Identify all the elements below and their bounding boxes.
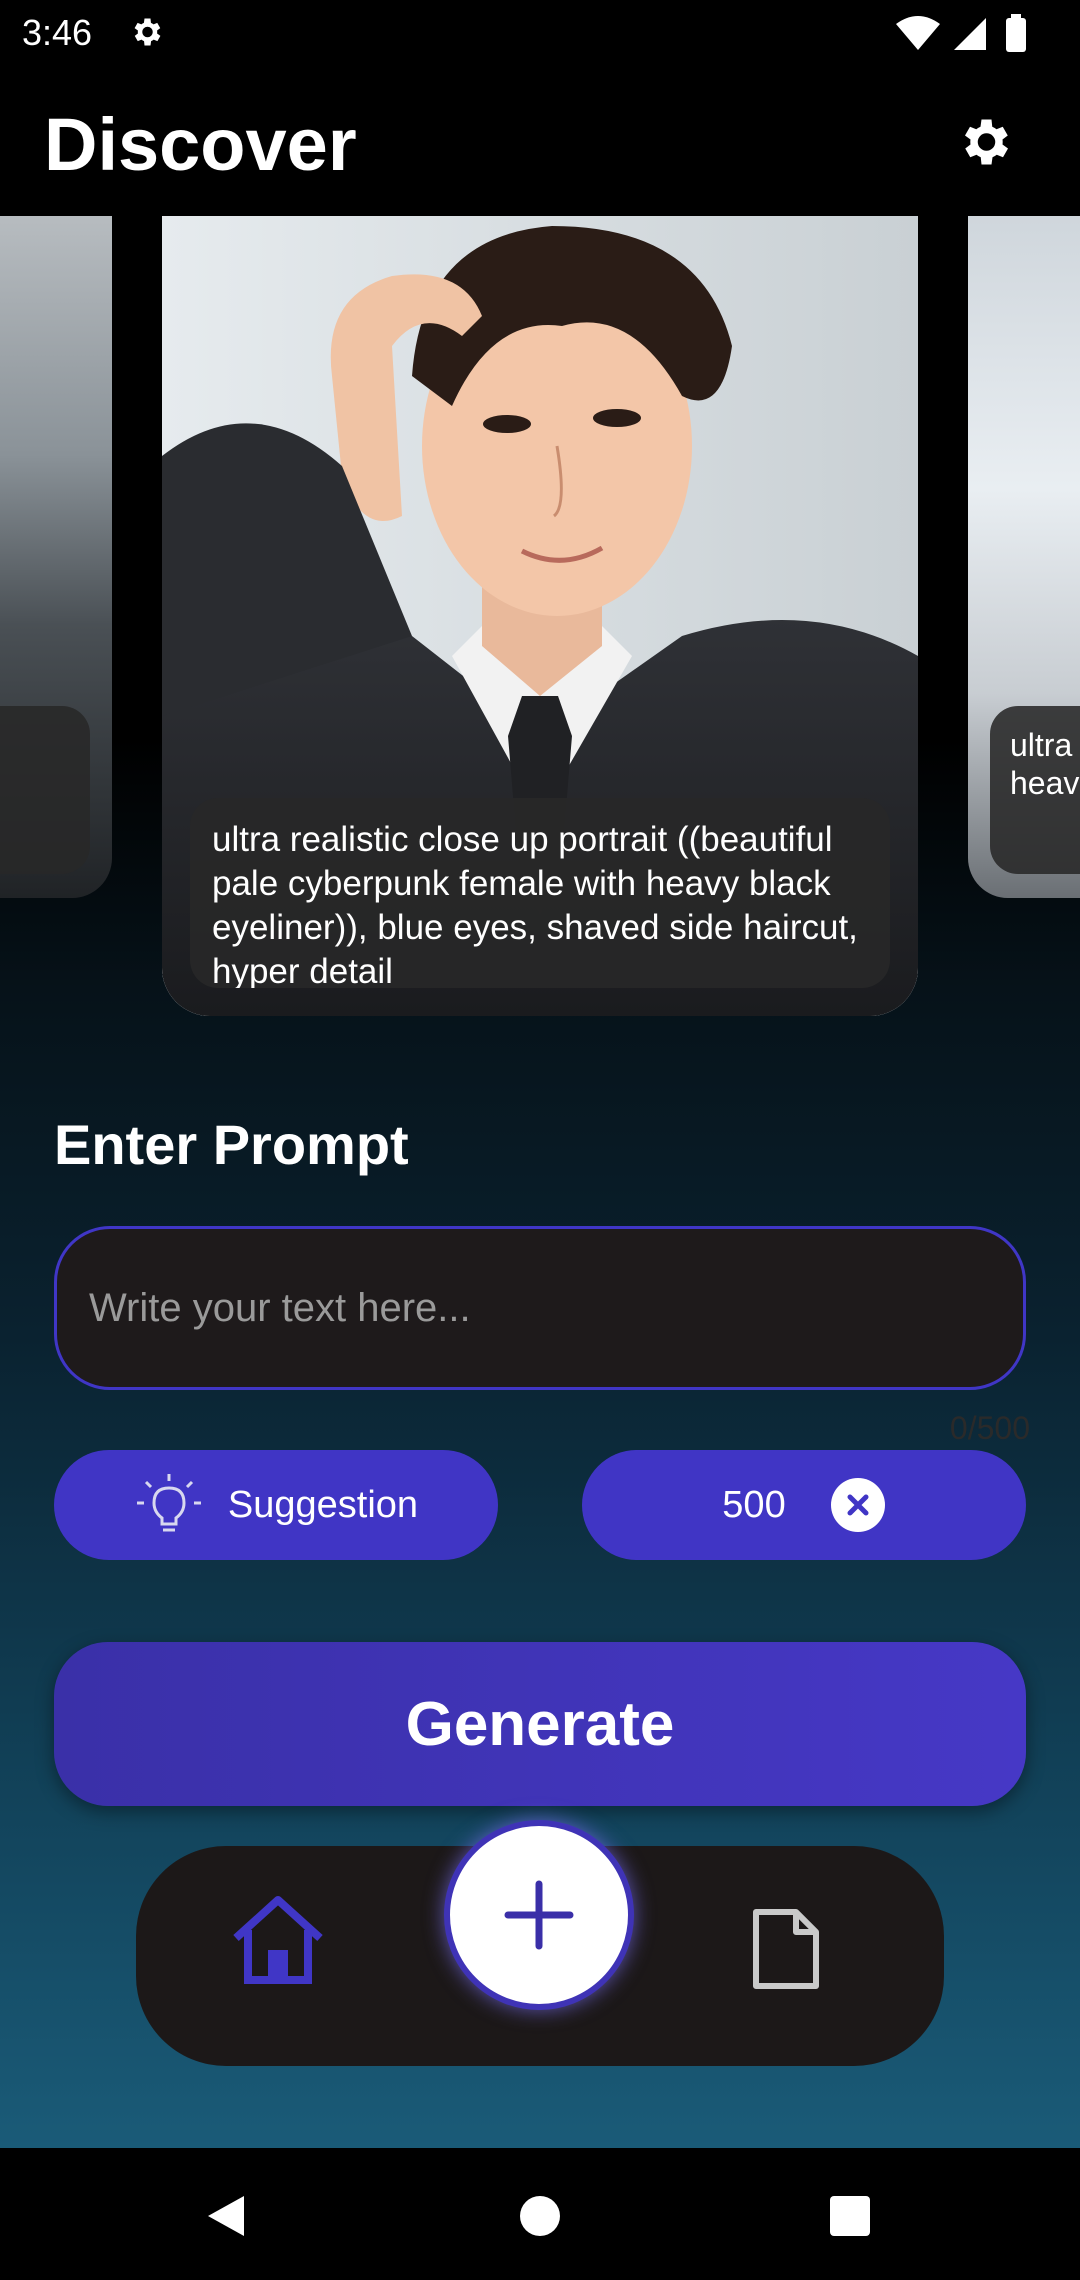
document-icon[interactable] [750, 1906, 822, 1992]
status-bar: 3:46 [0, 0, 1080, 66]
home-icon[interactable] [228, 1894, 328, 1984]
back-icon[interactable] [204, 2192, 248, 2240]
plus-icon [504, 1880, 574, 1950]
prompt-label: Enter Prompt [54, 1113, 409, 1176]
card-caption: ultra realistic close up portrait ((beau… [190, 798, 890, 988]
gear-icon [134, 18, 161, 46]
home-circle-icon[interactable] [520, 2196, 560, 2236]
suggestion-button[interactable]: Suggestion [54, 1450, 498, 1560]
signal-icon [954, 18, 986, 50]
add-fab-button[interactable] [444, 1820, 634, 2010]
wifi-icon [896, 16, 940, 50]
carousel-card-active[interactable]: ultra realistic close up portrait ((beau… [162, 216, 918, 1016]
system-nav-bar [0, 2148, 1080, 2280]
card-caption: with [0, 706, 90, 874]
carousel-card[interactable]: ultra ((bea heav shav [968, 216, 1080, 898]
char-count: 0/500 [949, 1410, 1030, 1446]
prompt-input[interactable] [54, 1226, 1026, 1390]
battery-icon [1006, 18, 1026, 52]
settings-gear-icon[interactable] [954, 112, 1014, 172]
x-circle-icon[interactable] [830, 1477, 886, 1533]
main-content: with [0, 216, 1080, 2148]
page-title: Discover [44, 103, 357, 186]
status-icons [896, 14, 1026, 52]
suggestion-label: Suggestion [227, 1483, 419, 1526]
carousel-card[interactable]: with [0, 216, 112, 898]
lightbulb-icon [136, 1474, 201, 1532]
limit-label: 500 [722, 1483, 786, 1526]
limit-button[interactable]: 500 [582, 1450, 1026, 1560]
status-time: 3:46 [22, 12, 93, 53]
header: Discover [0, 66, 1080, 216]
recents-icon[interactable] [830, 2196, 870, 2236]
image-carousel[interactable]: with [0, 216, 1080, 1016]
card-caption: ultra ((bea heav shav [990, 706, 1080, 874]
generate-button[interactable]: Generate [54, 1642, 1026, 1806]
